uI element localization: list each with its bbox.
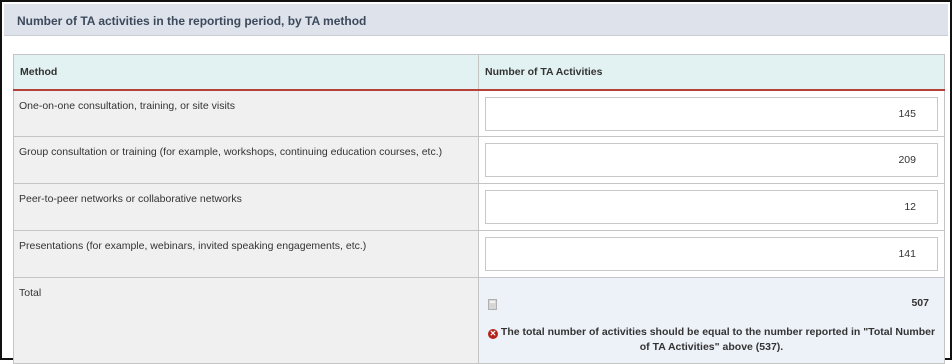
method-label: Group consultation or training (for exam…: [13, 136, 479, 184]
calculator-icon: [488, 299, 497, 310]
total-value: 507: [911, 297, 929, 309]
activity-count-input[interactable]: [485, 96, 938, 131]
total-cell: 507 ✕ The total number of activities shou…: [478, 277, 945, 364]
count-cell: [478, 183, 945, 231]
validation-error-text: The total number of activities should be…: [500, 326, 936, 353]
activity-count-input[interactable]: [485, 237, 938, 271]
table-row: Group consultation or training (for exam…: [13, 136, 945, 184]
validation-error: ✕ The total number of activities should b…: [485, 325, 938, 355]
table-header-row: Method Number of TA Activities: [13, 54, 945, 91]
ta-activities-table: Method Number of TA Activities One-on-on…: [13, 54, 945, 364]
section-header: Number of TA activities in the reporting…: [4, 4, 948, 36]
activity-count-input[interactable]: [485, 143, 938, 177]
error-circle-icon: ✕: [487, 329, 498, 339]
activity-count-input[interactable]: [485, 190, 938, 224]
table-row: Peer-to-peer networks or collaborative n…: [13, 183, 945, 231]
table-row: One-on-one consultation, training, or si…: [13, 89, 945, 137]
form-panel: Number of TA activities in the reporting…: [0, 0, 952, 364]
method-label: Presentations (for example, webinars, in…: [13, 230, 479, 278]
count-cell: [478, 230, 945, 278]
method-label: Peer-to-peer networks or collaborative n…: [13, 183, 479, 231]
section-title: Number of TA activities in the reporting…: [17, 14, 367, 28]
method-label: One-on-one consultation, training, or si…: [13, 89, 479, 137]
column-header-count: Number of TA Activities: [478, 54, 945, 91]
count-cell: [478, 136, 945, 184]
total-label: Total: [13, 277, 479, 364]
count-cell: [478, 89, 945, 137]
total-row: Total 507 ✕ The total number of activitie…: [13, 277, 945, 364]
table-row: Presentations (for example, webinars, in…: [13, 230, 945, 278]
column-header-method: Method: [13, 54, 479, 91]
